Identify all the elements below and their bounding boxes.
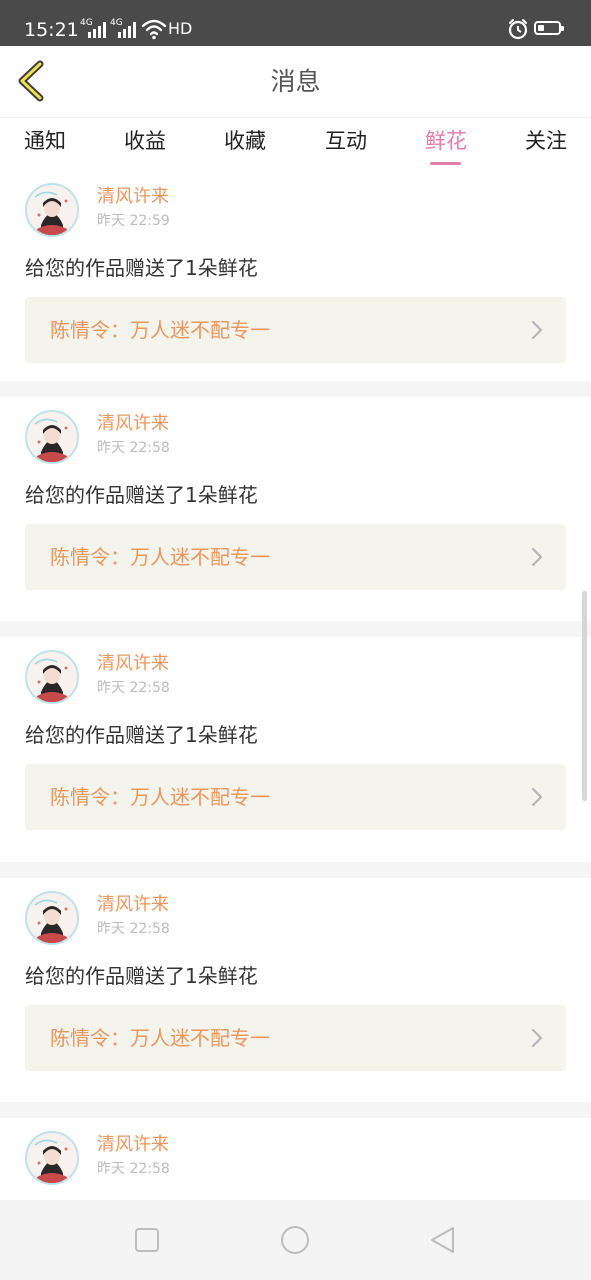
hd-indicator: HD [168,19,193,38]
work-title: 陈情令：万人迷不配专一 [50,318,270,342]
divider [0,1102,591,1118]
network-type-label: 4G [110,18,123,28]
tab-bar: 通知 收益 收藏 互动 鲜花 关注 [0,118,591,170]
signal-icon: 4G [110,19,136,41]
tab-favorites[interactable]: 收藏 [224,128,266,154]
system-nav-bar [0,1200,591,1280]
message-card: 清风许来 昨天 22:58 给您的作品赠送了1朵鲜花 陈情令：万人迷不配专一 [0,397,591,609]
message-text: 给您的作品赠送了1朵鲜花 [25,483,258,507]
status-bar: 15:21 4G 4G HD [0,0,591,46]
back-triangle-icon[interactable] [425,1222,461,1258]
app-screen: 15:21 4G 4G HD 消息 通知 收益 收藏 互动 鲜花 关注 清风许来… [0,0,591,1280]
tab-flowers[interactable]: 鲜花 [425,128,467,154]
avatar[interactable] [25,891,79,945]
alarm-icon [508,19,528,40]
page-title: 消息 [270,67,321,96]
message-time: 昨天 22:58 [97,1161,170,1177]
work-title: 陈情令：万人迷不配专一 [50,1026,270,1050]
battery-level [538,25,544,31]
recent-apps-icon[interactable] [129,1222,165,1258]
username[interactable]: 清风许来 [97,653,169,675]
message-card: 清风许来 昨天 22:58 给您的作品赠送了1朵鲜花 陈情令：万人迷不配专一 [0,878,591,1090]
header: 消息 [0,46,591,118]
username[interactable]: 清风许来 [97,413,169,435]
tab-notifications[interactable]: 通知 [24,128,66,154]
avatar[interactable] [25,410,79,464]
work-link[interactable]: 陈情令：万人迷不配专一 [25,1005,566,1071]
avatar[interactable] [25,183,79,237]
avatar[interactable] [25,650,79,704]
chevron-right-icon [531,320,543,340]
chevron-right-icon [531,1028,543,1048]
wifi-icon [141,19,167,40]
chevron-right-icon [531,547,543,567]
message-time: 昨天 22:58 [97,440,170,456]
signal-icon: 4G [80,19,106,41]
network-type-label: 4G [80,18,93,28]
chevron-right-icon [531,787,543,807]
username[interactable]: 清风许来 [97,894,169,916]
divider [0,381,591,397]
message-text: 给您的作品赠送了1朵鲜花 [25,723,258,747]
message-time: 昨天 22:58 [97,921,170,937]
username[interactable]: 清风许来 [97,1134,169,1156]
username[interactable]: 清风许来 [97,186,169,208]
work-link[interactable]: 陈情令：万人迷不配专一 [25,524,566,590]
work-title: 陈情令：万人迷不配专一 [50,545,270,569]
message-time: 昨天 22:59 [97,213,170,229]
divider [0,621,591,637]
message-text: 给您的作品赠送了1朵鲜花 [25,256,258,280]
tab-earnings[interactable]: 收益 [124,128,166,154]
message-time: 昨天 22:58 [97,680,170,696]
scrollbar[interactable] [582,591,587,801]
tab-interactions[interactable]: 互动 [325,128,367,154]
message-card: 清风许来 昨天 22:59 给您的作品赠送了1朵鲜花 陈情令：万人迷不配专一 [0,170,591,382]
home-icon[interactable] [277,1222,313,1258]
active-tab-indicator [430,162,461,165]
message-list[interactable]: 清风许来 昨天 22:59 给您的作品赠送了1朵鲜花 陈情令：万人迷不配专一 清… [0,170,591,1200]
battery-icon [534,21,564,35]
message-card: 清风许来 昨天 22:58 [0,1118,591,1200]
divider [0,862,591,878]
work-link[interactable]: 陈情令：万人迷不配专一 [25,764,566,830]
work-link[interactable]: 陈情令：万人迷不配专一 [25,297,566,363]
avatar[interactable] [25,1131,79,1185]
tab-following[interactable]: 关注 [525,128,567,154]
status-time: 15:21 [24,19,79,41]
message-card: 清风许来 昨天 22:58 给您的作品赠送了1朵鲜花 陈情令：万人迷不配专一 [0,637,591,849]
message-text: 给您的作品赠送了1朵鲜花 [25,964,258,988]
work-title: 陈情令：万人迷不配专一 [50,785,270,809]
